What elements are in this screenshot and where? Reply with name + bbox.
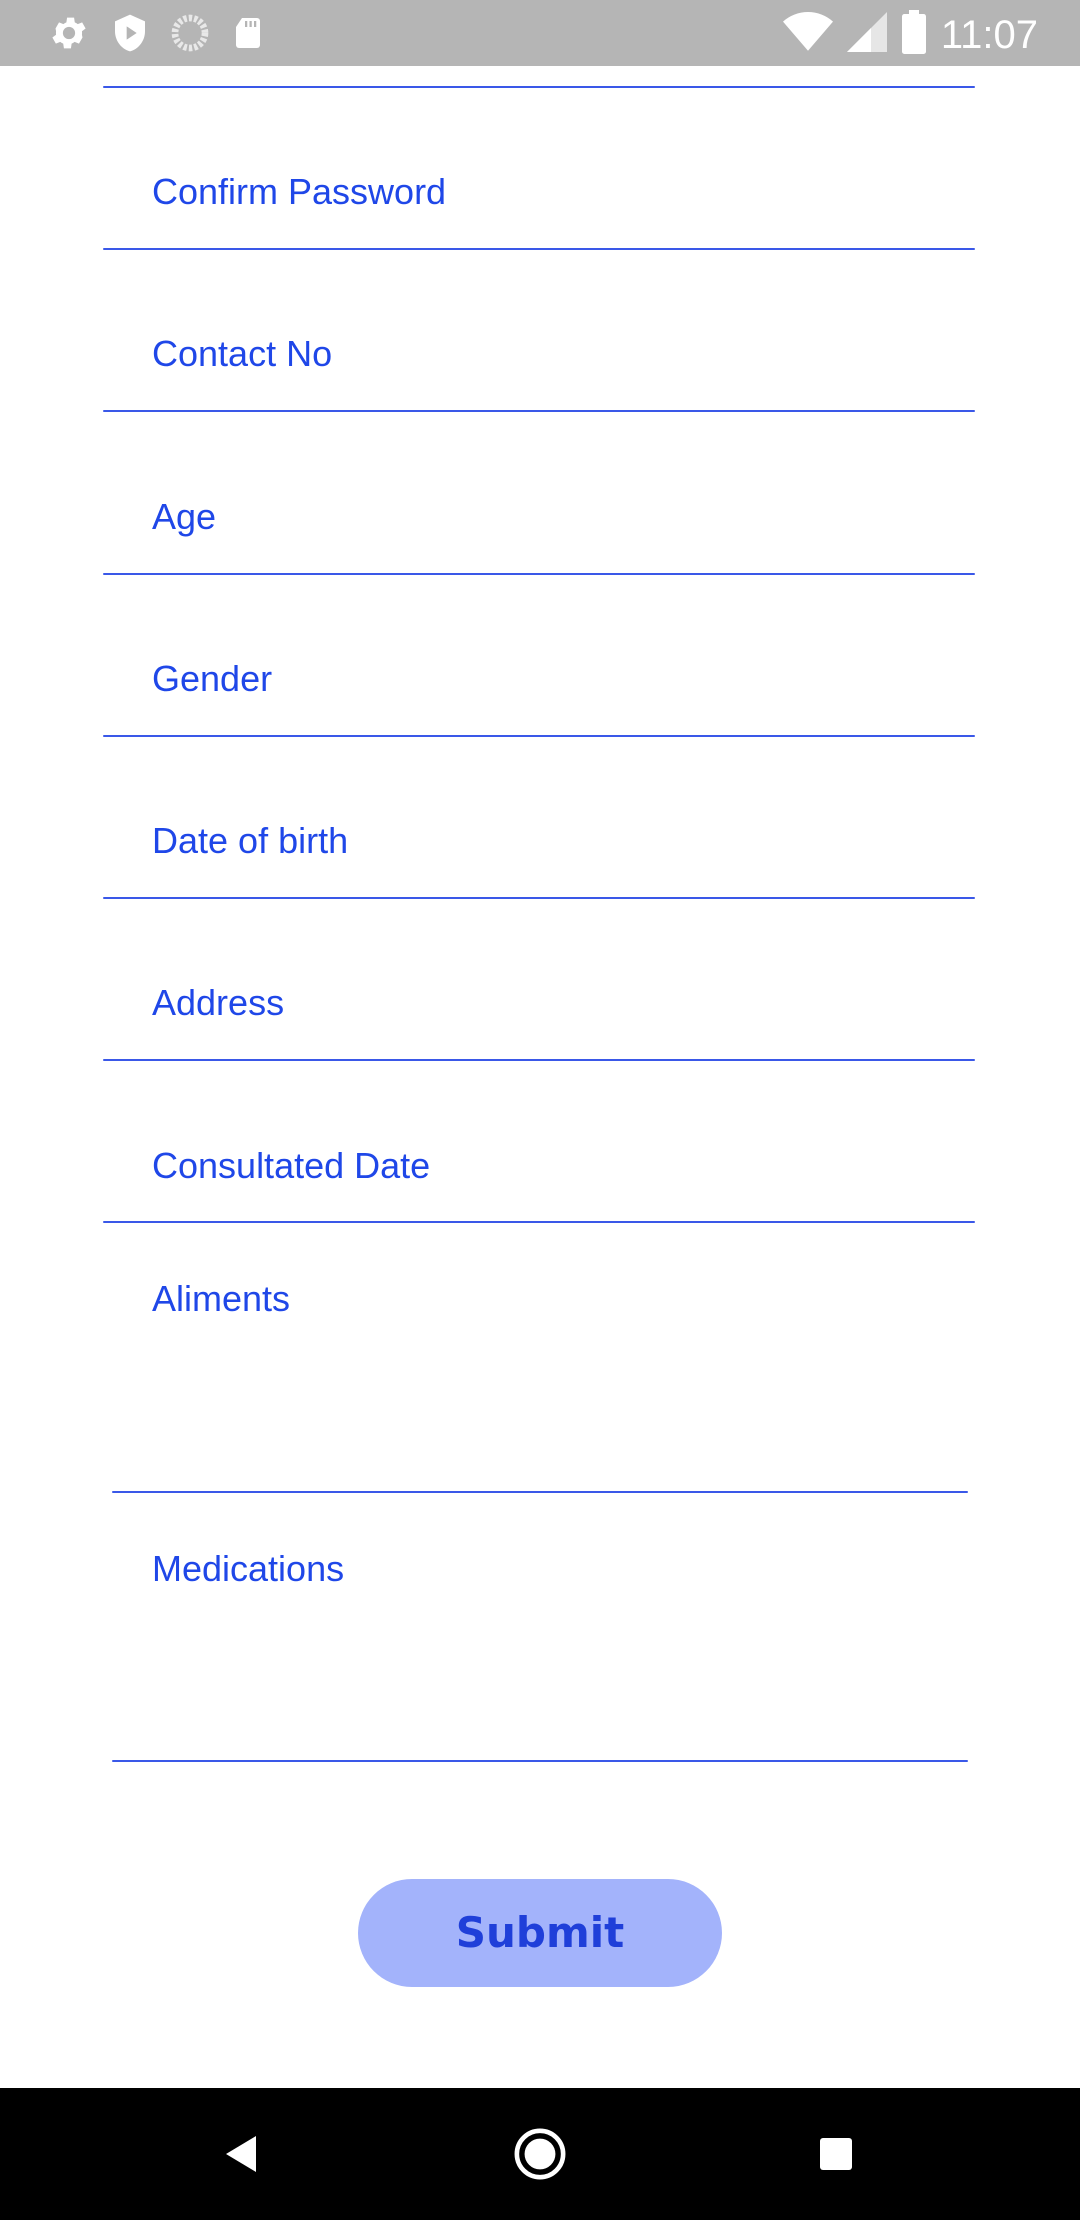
field-underline (103, 410, 975, 412)
battery-icon (901, 10, 927, 59)
loading-circle-icon (170, 13, 210, 58)
recents-icon[interactable] (806, 2124, 866, 2184)
address-label: Address (152, 982, 285, 1023)
wifi-icon (782, 11, 833, 58)
field-underline (103, 735, 975, 737)
contact-no-label: Contact No (152, 333, 333, 374)
status-left-icons (48, 12, 286, 59)
cell-signal-icon (846, 11, 887, 58)
status-right-icons: 11:07 (769, 10, 1038, 59)
back-icon[interactable] (212, 2124, 272, 2184)
shield-play-icon (110, 12, 150, 59)
status-bar: 11:07 (0, 0, 1080, 66)
consultated-date-label: Consultated Date (152, 1145, 431, 1186)
medications-label: Medications (152, 1548, 345, 1589)
submit-button[interactable]: Submit (358, 1879, 722, 1987)
password-field-underline (103, 86, 975, 88)
form-sheet: Confirm Password Contact No Age Gender D… (0, 66, 1080, 2088)
field-underline (103, 897, 975, 899)
aliments-label: Aliments (152, 1278, 291, 1319)
field-underline (103, 573, 975, 575)
field-underline (112, 1760, 968, 1762)
confirm-password-label: Confirm Password (152, 171, 447, 212)
sd-card-icon (230, 13, 266, 58)
navigation-bar (0, 2088, 1080, 2220)
field-underline (103, 248, 975, 250)
age-label: Age (152, 496, 217, 537)
date-of-birth-label: Date of birth (152, 820, 349, 861)
settings-icon (48, 12, 90, 59)
field-underline (103, 1221, 975, 1223)
field-underline (112, 1491, 968, 1493)
field-underline (103, 1059, 975, 1061)
gender-label: Gender (152, 658, 273, 699)
status-time: 11:07 (940, 12, 1038, 57)
home-icon[interactable] (510, 2124, 570, 2184)
